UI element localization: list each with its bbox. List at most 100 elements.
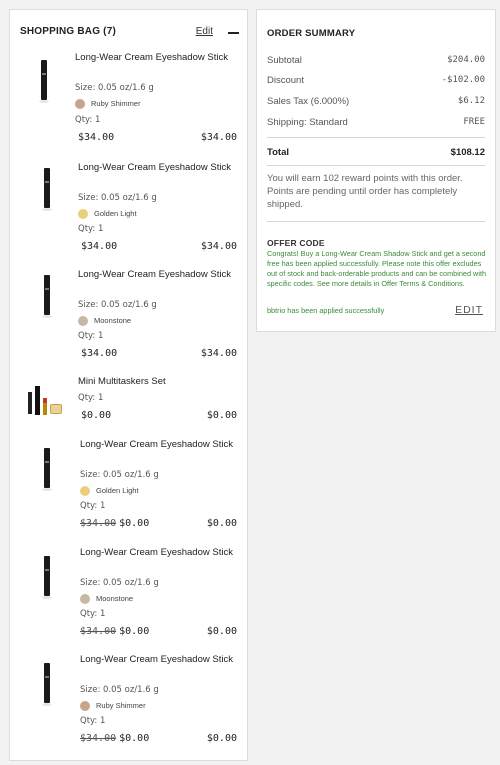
eyeshadow-stick-image <box>40 448 54 494</box>
item-old-price: $34.00 <box>80 626 117 637</box>
shipping-row: Shipping: Standard FREE <box>267 117 485 129</box>
shade-label: Ruby Shimmer <box>96 701 146 710</box>
total-label: Total <box>267 147 289 158</box>
item-name[interactable]: Long-Wear Cream Eyeshadow Stick <box>78 161 238 174</box>
item-unit-price: $0.00 <box>119 518 150 529</box>
discount-value: -$102.00 <box>441 75 485 85</box>
item-total: $34.00 <box>200 241 237 252</box>
item-unit-price: $0.00 <box>81 410 112 421</box>
shade-swatch-icon <box>80 486 90 496</box>
shade-label: Golden Light <box>96 486 139 495</box>
item-name[interactable]: Long-Wear Cream Eyeshadow Stick <box>75 51 235 64</box>
item-size: Size: 0.05 oz/1.6 g <box>75 83 154 93</box>
eyeshadow-stick-image <box>37 60 51 106</box>
offer-code-edit-link[interactable]: EDIT <box>455 304 483 316</box>
multitasker-set-image <box>26 384 76 424</box>
item-old-price: $34.00 <box>80 733 117 744</box>
eyeshadow-stick-image <box>40 275 54 321</box>
item-qty: Qty: 1 <box>75 115 101 125</box>
item-name[interactable]: Long-Wear Cream Eyeshadow Stick <box>80 653 240 666</box>
total-row: Total $108.12 <box>267 147 485 159</box>
order-summary-title: ORDER SUMMARY <box>267 28 356 39</box>
item-name[interactable]: Long-Wear Cream Eyeshadow Stick <box>80 438 240 451</box>
tax-label: Sales Tax (6.000%) <box>267 96 350 107</box>
shipping-label: Shipping: Standard <box>267 117 348 128</box>
collapse-minus-icon[interactable] <box>228 26 239 38</box>
item-size: Size: 0.05 oz/1.6 g <box>78 193 157 203</box>
shade-swatch-icon <box>78 209 88 219</box>
shade-swatch-icon <box>78 316 88 326</box>
item-unit-price: $34.00 <box>78 132 115 143</box>
item-qty: Qty: 1 <box>80 716 106 726</box>
eyeshadow-stick-image <box>40 168 54 214</box>
shade-swatch-icon <box>80 594 90 604</box>
divider <box>267 165 485 166</box>
shade-label: Golden Light <box>94 209 137 218</box>
shade-swatch-icon <box>80 701 90 711</box>
bag-edit-link[interactable]: Edit <box>196 26 213 37</box>
cart-item: Long-Wear Cream Eyeshadow Stick Size: 0.… <box>10 265 247 365</box>
subtotal-label: Subtotal <box>267 55 302 66</box>
item-price: $34.00 <box>78 241 117 252</box>
item-name[interactable]: Long-Wear Cream Eyeshadow Stick <box>80 546 240 559</box>
shade-label: Moonstone <box>96 594 134 603</box>
item-unit-price: $34.00 <box>81 241 118 252</box>
item-qty: Qty: 1 <box>78 393 104 403</box>
offer-code-title: OFFER CODE <box>267 238 325 248</box>
item-qty: Qty: 1 <box>80 501 106 511</box>
shade-swatch-icon <box>75 99 85 109</box>
item-price: $34.00 $0.00 <box>80 626 149 637</box>
subtotal-row: Subtotal $204.00 <box>267 55 485 67</box>
item-name[interactable]: Long-Wear Cream Eyeshadow Stick <box>78 268 238 281</box>
item-unit-price: $34.00 <box>81 348 118 359</box>
item-size: Size: 0.05 oz/1.6 g <box>80 685 159 695</box>
tax-row: Sales Tax (6.000%) $6.12 <box>267 96 485 108</box>
item-total: $0.00 <box>206 410 237 421</box>
shade-label: Ruby Shimmer <box>91 99 141 108</box>
shade-label: Moonstone <box>94 316 132 325</box>
item-total: $34.00 <box>200 348 237 359</box>
shopping-bag-panel: SHOPPING BAG (7) Edit Long-Wear Cream Ey… <box>9 9 248 761</box>
item-qty: Qty: 1 <box>78 331 104 341</box>
cart-item: Mini Multitaskers Set Qty: 1 $0.00 $0.00 <box>10 372 247 432</box>
offer-success-message: Congrats! Buy a Long-Wear Cream Shadow S… <box>267 249 487 288</box>
promo-applied-message: bbtrio has been applied successfully <box>267 306 385 315</box>
item-price: $34.00 <box>75 132 114 143</box>
shipping-value: FREE <box>463 117 485 127</box>
tax-value: $6.12 <box>457 96 485 106</box>
order-summary-panel: ORDER SUMMARY Subtotal $204.00 Discount … <box>256 9 496 332</box>
shopping-bag-header: SHOPPING BAG (7) Edit <box>20 26 239 40</box>
item-price: $34.00 <box>78 348 117 359</box>
item-total: $0.00 <box>206 733 237 744</box>
item-price: $34.00 $0.00 <box>80 733 149 744</box>
item-total: $0.00 <box>206 518 237 529</box>
eyeshadow-stick-image <box>40 556 54 602</box>
discount-label: Discount <box>267 75 304 86</box>
cart-item: Long-Wear Cream Eyeshadow Stick Size: 0.… <box>10 158 247 258</box>
cart-item: Long-Wear Cream Eyeshadow Stick Size: 0.… <box>10 650 247 750</box>
total-value: $108.12 <box>450 147 485 158</box>
cart-item: Long-Wear Cream Eyeshadow Stick Size: 0.… <box>10 435 247 535</box>
discount-row: Discount -$102.00 <box>267 75 485 87</box>
item-total: $0.00 <box>206 626 237 637</box>
item-unit-price: $0.00 <box>119 733 150 744</box>
item-unit-price: $0.00 <box>119 626 150 637</box>
item-size: Size: 0.05 oz/1.6 g <box>78 300 157 310</box>
eyeshadow-stick-image <box>40 663 54 709</box>
item-price: $34.00 $0.00 <box>80 518 149 529</box>
item-total: $34.00 <box>200 132 237 143</box>
divider <box>267 137 485 138</box>
cart-item: Long-Wear Cream Eyeshadow Stick Size: 0.… <box>10 48 247 148</box>
item-size: Size: 0.05 oz/1.6 g <box>80 578 159 588</box>
subtotal-value: $204.00 <box>447 55 485 65</box>
reward-points-message: You will earn 102 reward points with thi… <box>267 173 463 210</box>
cart-item: Long-Wear Cream Eyeshadow Stick Size: 0.… <box>10 543 247 643</box>
divider <box>267 221 485 222</box>
item-old-price: $34.00 <box>80 518 117 529</box>
item-price: $0.00 <box>78 410 111 421</box>
item-qty: Qty: 1 <box>78 224 104 234</box>
item-size: Size: 0.05 oz/1.6 g <box>80 470 159 480</box>
item-qty: Qty: 1 <box>80 609 106 619</box>
shopping-bag-title: SHOPPING BAG (7) <box>20 26 116 37</box>
item-name[interactable]: Mini Multitaskers Set <box>78 375 238 388</box>
